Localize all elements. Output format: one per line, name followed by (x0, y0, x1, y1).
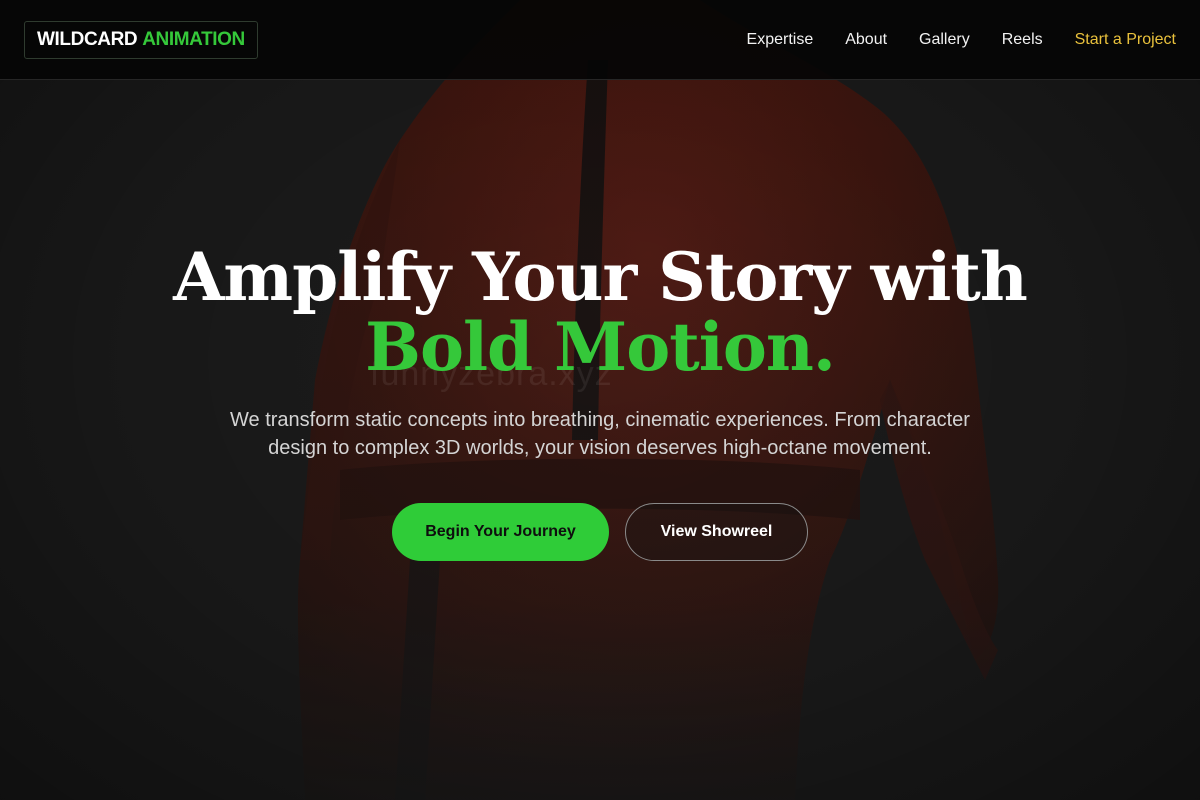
hero-title-highlight: Bold Motion. (365, 308, 836, 386)
nav-link-expertise[interactable]: Expertise (747, 31, 814, 49)
nav-link-start-project[interactable]: Start a Project (1075, 31, 1176, 49)
nav-link-gallery[interactable]: Gallery (919, 31, 970, 49)
main-nav: Expertise About Gallery Reels Start a Pr… (747, 31, 1176, 49)
hero-subtitle: We transform static concepts into breath… (230, 409, 970, 459)
hero-section: Amplify Your Story with Bold Motion. We … (0, 80, 1200, 800)
brand-name-part2: ANIMATION (142, 28, 245, 50)
page: funnyzebra.xyz WILDCARD ANIMATION Expert… (0, 0, 1200, 800)
brand-name-part1: WILDCARD (37, 28, 138, 50)
begin-journey-button[interactable]: Begin Your Journey (392, 503, 609, 561)
hero-title-line1: Amplify Your Story with (173, 238, 1028, 316)
hero-title: Amplify Your Story with Bold Motion. (0, 242, 1200, 382)
hero-actions: Begin Your Journey View Showreel (0, 503, 1200, 561)
nav-link-reels[interactable]: Reels (1002, 31, 1043, 49)
view-showreel-button[interactable]: View Showreel (625, 503, 808, 561)
brand-logo[interactable]: WILDCARD ANIMATION (24, 20, 258, 59)
nav-link-about[interactable]: About (845, 31, 887, 49)
site-header: WILDCARD ANIMATION Expertise About Galle… (0, 0, 1200, 80)
